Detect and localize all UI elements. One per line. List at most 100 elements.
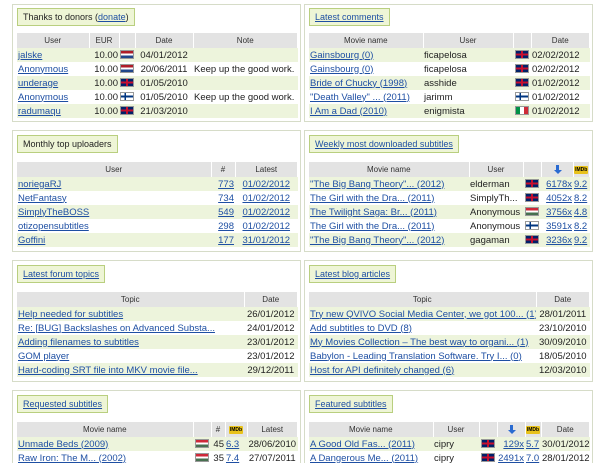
col-note: Note: [193, 33, 298, 48]
forum-topic-link[interactable]: Help needed for subtitles: [18, 309, 123, 320]
weekly-movie-link[interactable]: The Girl with the Dra... (2011): [310, 221, 434, 232]
col-movie: Movie name: [309, 162, 470, 177]
uploader-user-link[interactable]: noriegaRJ: [18, 179, 61, 190]
uploader-latest-link[interactable]: 01/02/2012: [242, 179, 290, 190]
col-user: User: [17, 162, 212, 177]
table-row: I Am a Dad (2010) enigmista 01/02/2012: [309, 104, 590, 118]
forum-date: 26/01/2012: [244, 307, 298, 321]
requested-rating-link[interactable]: 6.3: [226, 439, 239, 450]
weekly-downloads-link[interactable]: 3591x: [546, 221, 572, 232]
weekly-user: SimplyTh...: [469, 191, 523, 205]
flag-hu-icon: [195, 439, 209, 449]
comment-movie-link[interactable]: Bride of Chucky (1998): [310, 78, 407, 89]
requested-table: Movie name # IMDb Latest Unmade Beds (20…: [17, 422, 298, 463]
comment-movie-link[interactable]: Gainsbourg (0): [310, 64, 373, 75]
requested-count: 45: [211, 437, 225, 451]
uploader-count-link[interactable]: 773: [218, 179, 234, 190]
table-row: My Movies Collection – The best way to o…: [309, 335, 590, 349]
forum-topic-link[interactable]: Hard-coding SRT file into MKV movie file…: [18, 365, 198, 376]
uploader-user-link[interactable]: NetFantasy: [18, 193, 67, 204]
download-icon: [506, 424, 517, 435]
comment-date: 01/02/2012: [531, 104, 590, 118]
donor-user-link[interactable]: jalske: [18, 50, 42, 61]
blog-title[interactable]: Latest blog articles: [309, 265, 397, 283]
flag-nl-icon: [120, 50, 134, 60]
featured-downloads-link[interactable]: 2491x: [498, 453, 524, 463]
comments-table: Movie name User Date Gainsbourg (0) ficap…: [309, 33, 590, 118]
donor-date: 01/05/2010: [135, 90, 193, 104]
donor-user-link[interactable]: underage: [18, 78, 58, 89]
featured-rating-link[interactable]: 7.0: [526, 453, 539, 463]
table-row: Hard-coding SRT file into MKV movie file…: [17, 363, 298, 377]
flag-nl-icon: [120, 64, 134, 74]
forum-title[interactable]: Latest forum topics: [17, 265, 106, 283]
flag-gb-icon: [481, 453, 495, 463]
weekly-movie-link[interactable]: "The Big Bang Theory"... (2012): [310, 179, 444, 190]
forum-topic-link[interactable]: Re: [BUG] Backslashes on Advanced Substa…: [18, 323, 215, 334]
col-date: Date: [536, 292, 590, 307]
weekly-rating-link[interactable]: 9.2: [574, 235, 587, 246]
table-row: Try new QVIVO Social Media Center, we go…: [309, 307, 590, 321]
forum-date: 24/01/2012: [244, 321, 298, 335]
uploader-user-link[interactable]: Goffini: [18, 235, 45, 246]
blog-article-link[interactable]: Add subtitles to DVD (8): [310, 323, 412, 334]
weekly-downloads-link[interactable]: 6178x: [546, 179, 572, 190]
featured-movie-link[interactable]: A Dangerous Me... (2011): [310, 453, 418, 463]
uploader-latest-link[interactable]: 01/02/2012: [242, 193, 290, 204]
col-movie: Movie name: [309, 422, 434, 437]
weekly-rating-link[interactable]: 8.2: [574, 193, 587, 204]
donor-user-link[interactable]: Anonymous: [18, 64, 68, 75]
uploader-user-link[interactable]: SimplyTheBOSS: [18, 207, 89, 218]
weekly-downloads-link[interactable]: 3756x: [546, 207, 572, 218]
flag-fi-icon: [525, 221, 539, 231]
comments-title[interactable]: Latest comments: [309, 8, 390, 26]
requested-title[interactable]: Requested subtitles: [17, 395, 109, 413]
blog-article-link[interactable]: Try new QVIVO Social Media Center, we go…: [310, 309, 536, 320]
donor-amount: 10.00: [89, 48, 119, 62]
comment-movie-link[interactable]: Gainsbourg (0): [310, 50, 373, 61]
uploader-latest-link[interactable]: 31/01/2012: [242, 235, 290, 246]
weekly-panel: Weekly most downloaded subtitles Movie n…: [304, 130, 593, 252]
blog-panel: Latest blog articles Topic Date Try new …: [304, 260, 593, 382]
donate-link[interactable]: donate: [98, 12, 126, 22]
weekly-movie-link[interactable]: "The Big Bang Theory"... (2012): [310, 235, 444, 246]
donor-user-link[interactable]: Anonymous: [18, 92, 68, 103]
featured-title[interactable]: Featured subtitles: [309, 395, 393, 413]
weekly-rating-link[interactable]: 9.2: [574, 179, 587, 190]
weekly-movie-link[interactable]: The Girl with the Dra... (2011): [310, 193, 434, 204]
weekly-downloads-link[interactable]: 4052x: [546, 193, 572, 204]
forum-topic-link[interactable]: Adding filenames to subtitles: [18, 337, 139, 348]
comment-movie-link[interactable]: "Death Valley" ... (2011): [310, 92, 410, 103]
uploader-latest-link[interactable]: 01/02/2012: [242, 207, 290, 218]
weekly-movie-link[interactable]: The Twilight Saga: Br... (2011): [310, 207, 437, 218]
forum-topic-link[interactable]: GOM player: [18, 351, 69, 362]
uploaders-table: User # Latest noriegaRJ 773 01/02/2012 NetF…: [17, 162, 298, 247]
table-row: otizopensubtitles 298 01/02/2012: [17, 219, 298, 233]
requested-movie-link[interactable]: Raw Iron: The M... (2002): [18, 453, 126, 463]
table-row: Adding filenames to subtitles 23/01/2012: [17, 335, 298, 349]
featured-downloads-link[interactable]: 129x: [503, 439, 524, 450]
uploader-count-link[interactable]: 734: [218, 193, 234, 204]
uploader-latest-link[interactable]: 01/02/2012: [242, 221, 290, 232]
blog-article-link[interactable]: Babylon - Leading Translation Software. …: [310, 351, 522, 362]
blog-article-link[interactable]: My Movies Collection – The best way to o…: [310, 337, 528, 348]
weekly-title[interactable]: Weekly most downloaded subtitles: [309, 135, 459, 153]
weekly-rating-link[interactable]: 8.2: [574, 221, 587, 232]
requested-rating-link[interactable]: 7.4: [226, 453, 239, 463]
blog-article-link[interactable]: Host for API definitely changed (6): [310, 365, 454, 376]
requested-movie-link[interactable]: Unmade Beds (2009): [18, 439, 108, 450]
weekly-downloads-link[interactable]: 3236x: [546, 235, 572, 246]
table-row: Unmade Beds (2009) 45 6.3 28/06/2010: [17, 437, 298, 451]
uploader-count-link[interactable]: 549: [218, 207, 234, 218]
col-user: User: [17, 33, 90, 48]
weekly-user: Anonymous: [469, 205, 523, 219]
uploader-count-link[interactable]: 177: [218, 235, 234, 246]
donor-user-link[interactable]: radumaqu: [18, 106, 61, 117]
featured-movie-link[interactable]: A Good Old Fas... (2011): [310, 439, 415, 450]
comment-movie-link[interactable]: I Am a Dad (2010): [310, 106, 387, 117]
weekly-rating-link[interactable]: 4.8: [574, 207, 587, 218]
comment-user: asshide: [423, 76, 513, 90]
featured-rating-link[interactable]: 5.7: [526, 439, 539, 450]
uploader-user-link[interactable]: otizopensubtitles: [18, 221, 89, 232]
uploader-count-link[interactable]: 298: [218, 221, 234, 232]
